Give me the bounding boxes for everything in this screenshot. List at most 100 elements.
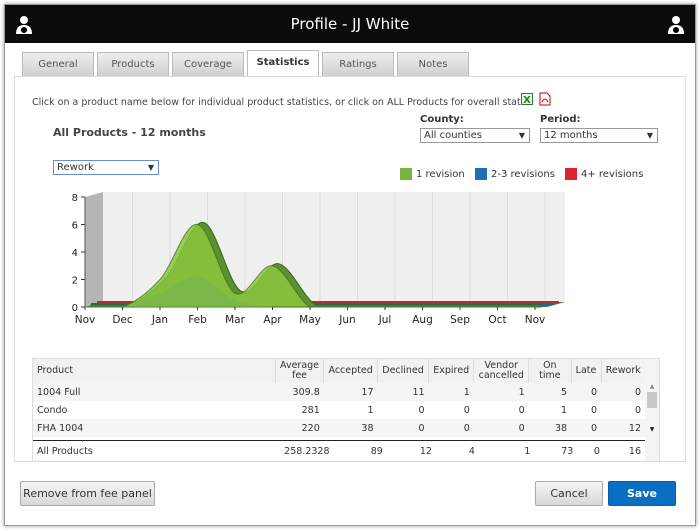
x-tick-label: May xyxy=(299,314,321,326)
period-label: Period: xyxy=(540,114,581,125)
legend-swatch xyxy=(475,168,487,180)
y-tick-label: 8 xyxy=(72,193,78,204)
table-cell: 0 xyxy=(590,404,597,416)
county-value: All counties xyxy=(424,130,482,141)
table-cell: 38 xyxy=(554,422,568,434)
legend-label: 2-3 revisions xyxy=(491,168,555,180)
x-tick-label: Jan xyxy=(151,314,168,326)
x-tick-label: Aug xyxy=(412,314,433,326)
total-cell: 16 xyxy=(628,445,641,457)
x-tick-label: Sep xyxy=(450,314,470,326)
county-label: County: xyxy=(420,114,464,125)
excel-icon[interactable]: X xyxy=(521,93,533,105)
table-cell: 1 xyxy=(367,404,374,416)
cancel-button[interactable]: Cancel xyxy=(535,481,603,506)
legend-2-3-revisions: 2-3 revisions xyxy=(475,168,555,180)
metric-select[interactable]: Rework ▼ xyxy=(53,160,159,175)
tab-general[interactable]: General xyxy=(22,52,94,76)
table-cell: 0 xyxy=(463,422,470,434)
x-tick-label: Nov xyxy=(75,314,96,326)
total-cell: 0 xyxy=(593,445,600,457)
total-cell: 258.2328 xyxy=(284,445,330,457)
total-cell: 4 xyxy=(468,445,475,457)
tab-products[interactable]: Products xyxy=(97,52,169,76)
table-cell: 12 xyxy=(628,422,641,434)
svg-text:X: X xyxy=(523,95,531,105)
tab-bar: General Products Coverage Statistics Rat… xyxy=(22,50,469,76)
legend-label: 4+ revisions xyxy=(581,168,644,180)
chevron-down-icon: ▼ xyxy=(646,131,653,140)
y-tick-label: 6 xyxy=(72,221,78,232)
product-name-link[interactable]: 1004 Full xyxy=(33,383,275,401)
table-cell: 220 xyxy=(301,422,320,434)
metric-value: Rework xyxy=(57,162,94,173)
user-icon xyxy=(16,16,32,34)
county-select[interactable]: All counties ▼ xyxy=(420,128,530,143)
table-cell: 281 xyxy=(301,404,320,416)
legend-swatch xyxy=(400,168,412,180)
column-header[interactable]: Late xyxy=(570,359,601,383)
product-name-link[interactable]: Condo xyxy=(33,401,275,419)
table-row[interactable]: FHA 1004 220 38 0 0 0 38 0 12 xyxy=(33,419,645,437)
scroll-thumb[interactable] xyxy=(647,392,657,408)
remove-from-fee-panel-button[interactable]: Remove from fee panel xyxy=(20,481,155,506)
legend-1-revision: 1 revision xyxy=(400,168,465,180)
chevron-down-icon: ▼ xyxy=(147,163,154,172)
table-cell: 0 xyxy=(634,404,641,416)
tab-statistics[interactable]: Statistics xyxy=(247,50,319,76)
table-scrollbar[interactable]: ▲ ▼ xyxy=(645,383,659,439)
table-cell: 0 xyxy=(518,404,525,416)
table-cell: 0 xyxy=(418,422,425,434)
legend-label: 1 revision xyxy=(416,168,465,180)
table-cell: 0 xyxy=(418,404,425,416)
table-cell: 38 xyxy=(361,422,374,434)
column-header[interactable]: On time xyxy=(528,359,572,383)
pdf-icon[interactable] xyxy=(539,92,551,106)
legend-4plus-revisions: 4+ revisions xyxy=(565,168,643,180)
column-header[interactable]: Expired xyxy=(428,359,474,383)
table-row[interactable]: Condo 281 1 0 0 0 1 0 0 xyxy=(33,401,645,419)
product-stats-table: Product Average fee Accepted Declined Expire… xyxy=(32,358,660,462)
table-cell: 11 xyxy=(412,386,425,398)
period-value: 12 months xyxy=(544,130,598,141)
table-row[interactable]: 1004 Full 309.8 17 11 1 1 5 0 0 xyxy=(33,383,645,401)
x-tick-label: Mar xyxy=(225,314,245,326)
table-cell: 17 xyxy=(361,386,374,398)
x-tick-label: Jun xyxy=(338,314,355,326)
tab-ratings[interactable]: Ratings xyxy=(322,52,394,76)
tab-coverage[interactable]: Coverage xyxy=(172,52,244,76)
x-tick-label: Jul xyxy=(378,314,392,326)
table-cell: 5 xyxy=(560,386,568,398)
chart-left-wall xyxy=(85,192,103,307)
total-cell: 73 xyxy=(561,445,574,457)
instructions-text: Click on a product name below for indivi… xyxy=(32,97,529,108)
total-cell: 12 xyxy=(419,445,432,457)
column-header[interactable]: Accepted xyxy=(323,359,378,383)
x-tick-label: Nov xyxy=(525,314,546,326)
stats-title: All Products - 12 months xyxy=(53,126,206,139)
table-cell: 0 xyxy=(463,404,470,416)
column-header[interactable]: Declined xyxy=(377,359,429,383)
dialog-title: Profile - JJ White xyxy=(290,15,410,33)
table-cell: 0 xyxy=(518,422,525,434)
total-cell: 89 xyxy=(370,445,383,457)
table-cell: 1 xyxy=(518,386,525,398)
scroll-up-icon[interactable]: ▲ xyxy=(645,383,659,390)
scroll-down-icon[interactable]: ▼ xyxy=(645,426,659,433)
all-products-link[interactable]: All Products xyxy=(33,442,279,460)
total-row[interactable]: All Products 258.2328 89 12 4 1 73 0 16 xyxy=(33,442,645,460)
save-button[interactable]: Save xyxy=(608,481,676,506)
table-cell: 1 xyxy=(560,404,568,416)
total-cell: 1 xyxy=(524,445,531,457)
x-tick-label: Apr xyxy=(263,314,282,326)
period-select[interactable]: 12 months ▼ xyxy=(540,128,658,143)
y-tick-label: 0 xyxy=(72,303,78,314)
chevron-down-icon: ▼ xyxy=(518,131,525,140)
column-header[interactable]: Rework xyxy=(600,359,645,383)
column-header[interactable]: Vendor cancelled xyxy=(473,359,529,383)
tab-notes[interactable]: Notes xyxy=(397,52,469,76)
product-name-link[interactable]: FHA 1004 xyxy=(33,419,275,437)
x-tick-label: Feb xyxy=(188,314,207,326)
column-header[interactable]: Average fee xyxy=(274,359,324,383)
column-header[interactable]: Product xyxy=(33,359,276,383)
